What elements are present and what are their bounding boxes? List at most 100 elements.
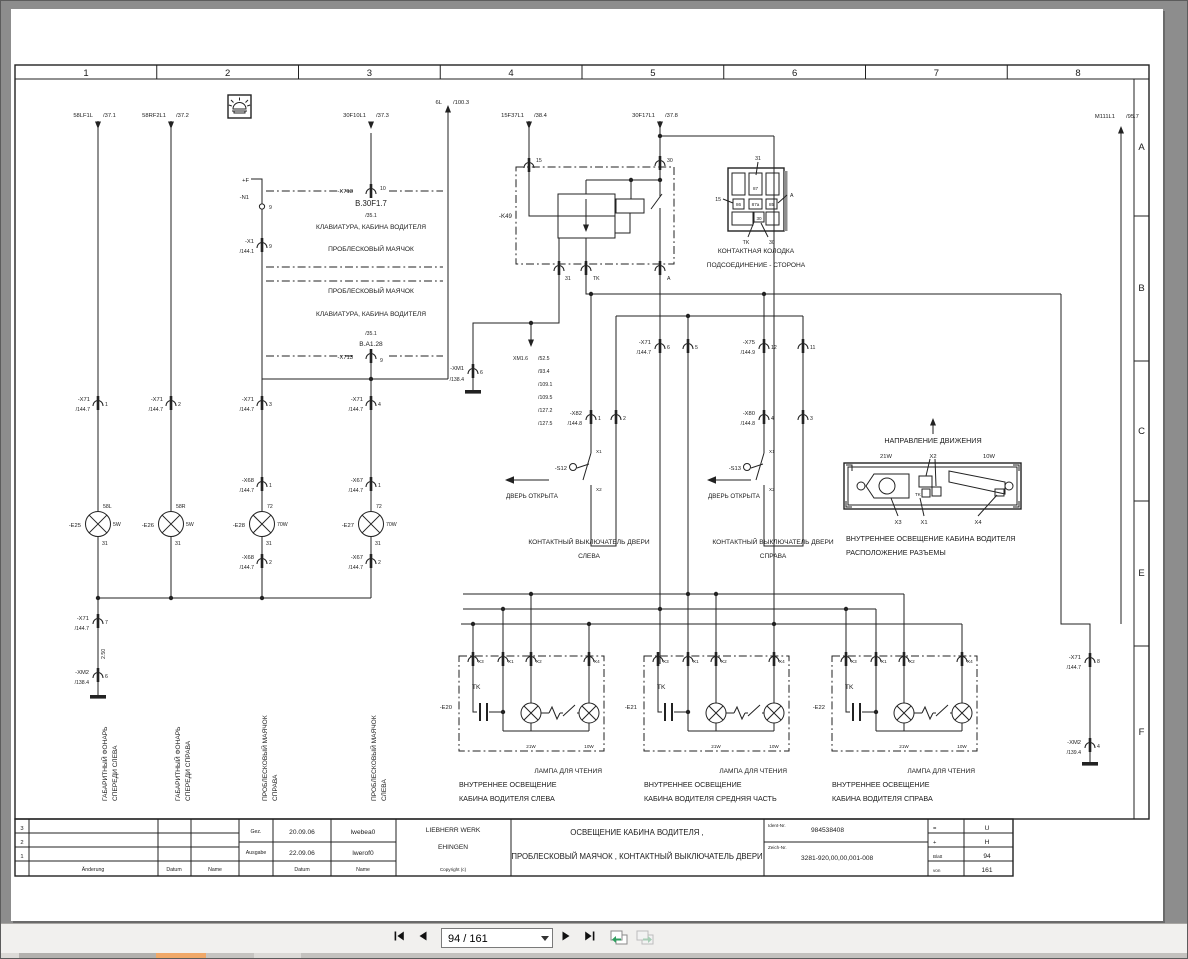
sheet-ref: /144.7 <box>75 626 90 632</box>
pin-label: TK <box>593 276 600 282</box>
pin-label: 1 <box>378 483 381 489</box>
taskbar-segment <box>301 953 1187 958</box>
caption: ПРОБЛЕСКОВЫЙ МАЯЧОК <box>328 244 414 253</box>
date-value: 20.09.06 <box>289 829 315 836</box>
sheet-ref: /144.7 <box>149 407 164 413</box>
column-header: Datum <box>294 867 309 873</box>
previous-view-icon <box>610 930 628 945</box>
pin-label: 12 <box>771 345 777 351</box>
field-label: Zeich-Nr. <box>768 845 787 850</box>
label: -N1 <box>240 195 249 201</box>
pin-label: 9 <box>380 358 383 364</box>
combo-dropdown-icon[interactable] <box>541 936 549 941</box>
pdf-viewer-window: 1 2 3 4 5 6 7 8 A B C E F -K49 15 30 31 … <box>0 0 1188 959</box>
field-value: H <box>985 839 990 846</box>
beacon-icon <box>227 94 252 119</box>
pin-label: X3 <box>851 659 857 664</box>
wire-ref: /95.7 <box>1126 114 1139 120</box>
column-caption: ГАБАРИТНЫЙ ФОНАРЬ <box>100 727 109 801</box>
sheet-ref: /127.5 <box>538 421 553 427</box>
caption: ВНУТРЕННЕЕ ОСВЕЩЕНИЕ <box>832 780 930 789</box>
caption: КАБИНА ВОДИТЕЛЯ СЛЕВА <box>459 794 555 803</box>
caption: КОНТАКТНЫЙ ВЫКЛЮЧАТЕЛЬ ДВЕРИ <box>528 537 650 546</box>
caption: ДВЕРЬ ОТКРЫТА <box>506 493 559 500</box>
previous-view-button[interactable] <box>609 929 633 949</box>
lamp-label: -E25 <box>69 523 81 529</box>
column-caption: ПРОБЛЕСКОВЫЙ МАЯЧОК <box>369 715 378 801</box>
connector-label: -X68 <box>242 555 254 561</box>
caption: СЛЕВА <box>578 553 600 560</box>
pin-label: X2 <box>536 659 542 664</box>
supply-switch: +F -N1 9 -X1 /144.1 9 <box>240 178 272 255</box>
terminal-label: 30 <box>756 216 762 221</box>
pin-label: 2 <box>269 560 272 566</box>
page-number-input[interactable] <box>442 929 540 948</box>
taskbar-segment <box>19 953 156 958</box>
next-view-button[interactable] <box>635 929 659 949</box>
caption: КЛАВИАТУРА, КАБИНА ВОДИТЕЛЯ <box>316 224 426 231</box>
wire-ref: /37.8 <box>665 113 678 119</box>
junction-dots <box>95 133 849 627</box>
column-header: Name <box>208 867 222 873</box>
wire-name: 6L <box>436 100 443 106</box>
column-header: Datum <box>166 867 181 873</box>
watt-label: 21W <box>711 744 721 749</box>
connector-label: -XM1 <box>450 366 464 372</box>
column-label: 4 <box>508 68 513 79</box>
caption: ЛАМПА ДЛЯ ЧТЕНИЯ <box>719 768 787 775</box>
sheet-ref: /35.1 <box>365 331 377 337</box>
previous-page-button[interactable] <box>416 929 436 949</box>
drawing-number: 3281-920,00,00,001-008 <box>801 855 874 862</box>
field-label: Ident-Nr. <box>768 823 786 828</box>
pin-label: X2 <box>721 659 727 664</box>
sheet-ref: /144.7 <box>1067 665 1082 671</box>
watt-label: 5W <box>113 522 121 528</box>
pin-label: X4 <box>779 659 785 664</box>
caption: КОНТАКТНЫЙ ВЫКЛЮЧАТЕЛЬ ДВЕРИ <box>712 537 834 546</box>
taskbar-edge <box>1 953 1187 958</box>
next-page-button[interactable] <box>559 929 579 949</box>
column-caption: СПЕРЕДИ СЛЕВА <box>112 745 119 801</box>
mid-connectors: -X71 /144.7 6 5 <box>637 337 698 356</box>
feed-labels: 58LF1L /37.1 58RF2L1 /37.2 30F10L1 /37.3… <box>73 100 1139 120</box>
sheet-ref: /144.7 <box>240 565 255 571</box>
row-label: E <box>1138 568 1144 579</box>
pin-label: 30 <box>769 240 775 246</box>
contact-block: 31 15 A TK 30 87 86 87a 85 30 КОНТАКТНАЯ… <box>707 156 806 269</box>
drawing-title: ПРОБЛЕСКОВЫЙ МАЯЧОК , КОНТАКТНЫЙ ВЫКЛЮЧА… <box>511 852 762 861</box>
sheet-ref: /109.1 <box>538 382 553 388</box>
sheet-ref: /144.9 <box>741 350 756 356</box>
page-number-combo[interactable] <box>441 928 553 948</box>
sheet-ref: /144.8 <box>741 421 756 427</box>
module-label: -E20 <box>440 705 452 711</box>
caption: ПОДСОЕДИНЕНИЕ - СТОРОНА <box>707 262 806 269</box>
terminal-label: TK <box>915 492 922 497</box>
sheet-ref: /93.4 <box>538 369 550 375</box>
pin-label: 31 <box>565 276 571 282</box>
watt-label: 10W <box>983 454 995 460</box>
date-value: 22.09.06 <box>289 850 315 857</box>
first-page-button[interactable] <box>392 929 412 949</box>
connector-label: -X71 <box>639 340 651 346</box>
caption: КЛАВИАТУРА, КАБИНА ВОДИТЕЛЯ <box>316 311 426 318</box>
connector-label: -X71 <box>242 397 254 403</box>
pin-label: 6 <box>480 370 483 376</box>
watt-label: 21W <box>526 744 536 749</box>
sheet-number: 94 <box>983 853 991 860</box>
pin-label: 11 <box>810 345 815 351</box>
sheet-ref: /138.4 <box>450 377 465 383</box>
pin-label: X2 <box>909 659 915 664</box>
column-caption: СЛЕВА <box>381 779 388 801</box>
device-code: B.A1.28 <box>359 341 383 348</box>
right-ground: -X71 /144.7 8 -XM2 /139.4 4 <box>1067 651 1100 767</box>
pin-label: 30 <box>667 158 673 164</box>
sheet-ref: /35.1 <box>365 213 377 219</box>
column-label: 7 <box>934 68 939 79</box>
light-fixture: НАПРАВЛЕНИЕ ДВИЖЕНИЯ 21W X2 10W X3 X1 X4… <box>843 436 1022 557</box>
watt-label: 5W <box>186 522 194 528</box>
column-caption: ГАБАРИТНЫЙ ФОНАРЬ <box>173 727 182 801</box>
next-page-icon <box>562 931 570 941</box>
terminal-label: 72 <box>376 504 382 510</box>
last-page-button[interactable] <box>583 929 603 949</box>
pin-label: X1 <box>881 659 887 664</box>
